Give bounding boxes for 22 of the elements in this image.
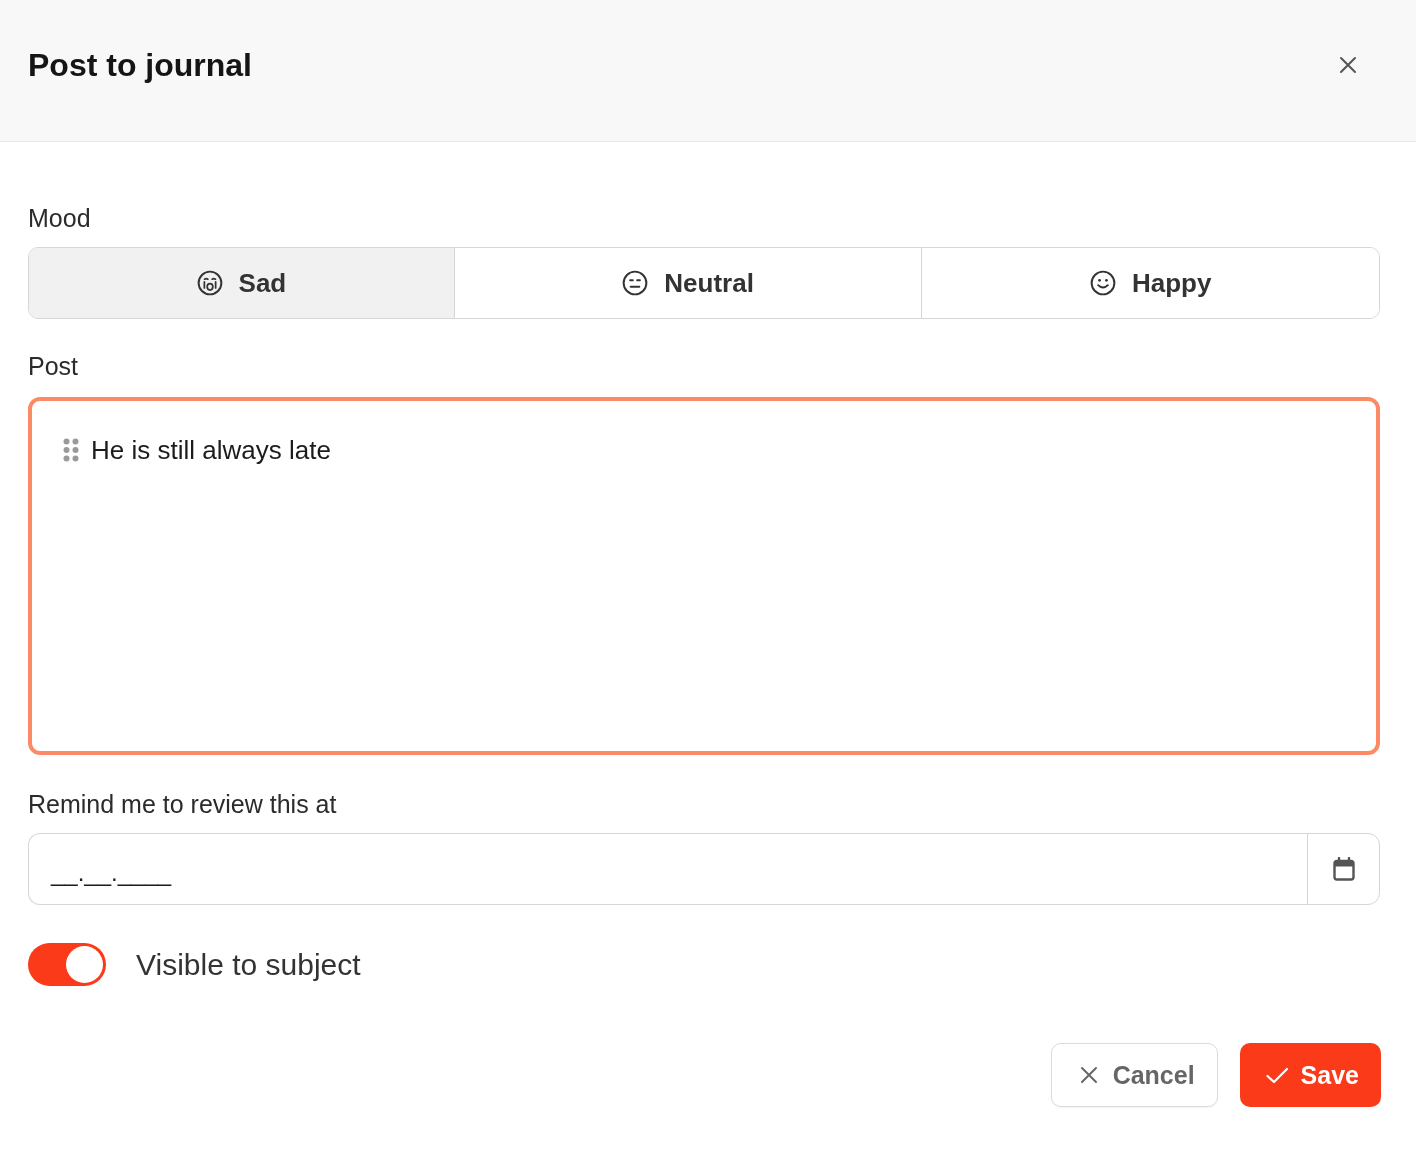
mood-option[interactable]: Happy	[921, 248, 1379, 318]
post-editor[interactable]: He is still always late	[28, 397, 1380, 755]
field-label: Post	[28, 351, 80, 381]
neutral-face-icon	[622, 270, 649, 296]
dialog-title: Post to journal	[28, 45, 252, 85]
happy-face-icon	[1090, 270, 1116, 296]
post-text: He is still always late	[91, 435, 331, 465]
close-icon[interactable]	[1339, 55, 1357, 74]
calendar-button[interactable]	[1307, 833, 1380, 905]
close-icon	[1079, 1066, 1098, 1084]
date-input[interactable]: __.__.____	[28, 833, 1307, 905]
save-button[interactable]: Save	[1239, 1043, 1381, 1107]
check-icon	[1265, 1066, 1289, 1084]
cancel-button[interactable]: Cancel	[1050, 1043, 1218, 1107]
sad-face-icon	[196, 270, 223, 296]
field-label: Remind me to review this at	[28, 789, 338, 819]
toggle-label: Visible to subject	[136, 946, 361, 983]
calendar-icon	[1332, 857, 1355, 881]
field-label: Mood	[28, 203, 92, 233]
drag-handle-icon[interactable]	[63, 438, 79, 462]
visibility-toggle[interactable]	[28, 943, 106, 986]
mood-option[interactable]: Sad	[29, 248, 454, 318]
